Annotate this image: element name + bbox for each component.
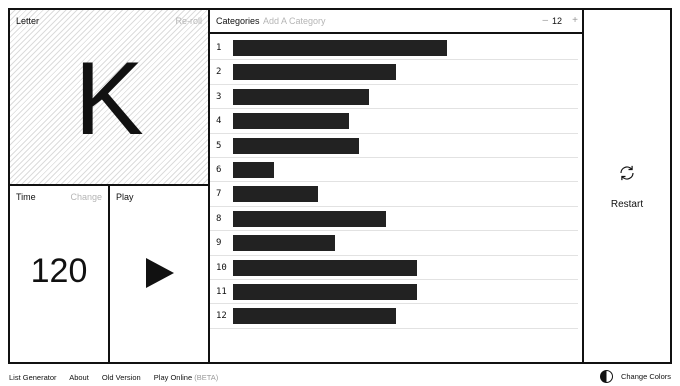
old-version-link[interactable]: Old Version [102,373,141,382]
category-redacted-bar [233,210,386,227]
category-number: 10 [216,262,227,273]
category-number: 7 [216,189,222,200]
category-number: 5 [216,140,222,151]
category-number: 3 [216,91,222,102]
category-redacted-bar [233,40,447,56]
change-colors-button[interactable]: Change Colors [599,370,671,383]
category-row[interactable]: 4 [210,109,578,134]
play-icon[interactable] [146,258,174,288]
game-board: Letter Re-roll K Time Change 120 Play Ca… [8,8,672,364]
beta-badge: (BETA) [194,373,219,382]
reroll-button[interactable]: Re-roll [175,16,202,26]
category-row[interactable]: 7 [210,182,578,207]
category-row[interactable]: 3 [210,85,578,110]
half-circle-contrast-icon [599,370,613,383]
refresh-icon[interactable] [618,164,636,182]
categories-label: Categories [216,16,260,26]
category-row[interactable]: 6 [210,158,578,183]
restart-panel[interactable]: Restart [584,10,670,364]
timer-value: 120 [30,252,88,290]
category-number: 2 [216,67,222,78]
increase-count-button[interactable]: + [572,15,578,26]
category-redacted-bar [233,186,318,203]
change-time-button[interactable]: Change [70,192,102,202]
decrease-count-button[interactable]: – [542,15,548,26]
category-row[interactable]: 10 [210,256,578,280]
play-panel[interactable]: Play [110,186,210,364]
add-category-input[interactable]: Add A Category [263,16,326,26]
categories-header: Categories Add A Category – 12 + [210,10,582,34]
category-row[interactable]: 12 [210,304,578,329]
category-redacted-bar [233,235,335,252]
category-redacted-bar [233,88,369,105]
category-number: 12 [216,311,227,322]
category-redacted-bar [233,308,396,325]
category-redacted-bar [233,284,417,300]
time-panel: Time Change 120 [10,186,110,364]
footer-nav: List Generator About Old Version Play On… [9,373,229,382]
category-redacted-bar [233,259,417,276]
letter-panel: Letter Re-roll K [10,10,210,186]
play-online-label: Play Online [153,373,193,382]
time-label: Time [16,192,36,202]
category-row[interactable]: 1 [210,36,578,61]
category-number: 1 [216,43,222,53]
category-row[interactable]: 5 [210,134,578,158]
restart-button[interactable]: Restart [584,199,670,210]
categories-panel: Categories Add A Category – 12 + 1234567… [210,10,584,364]
change-colors-label: Change Colors [620,372,671,381]
category-number: 9 [216,238,222,249]
category-redacted-bar [233,162,274,178]
about-link[interactable]: About [69,373,89,382]
letter-label: Letter [16,16,40,26]
category-redacted-bar [233,137,359,154]
play-label: Play [116,192,134,202]
list-generator-link[interactable]: List Generator [9,373,57,382]
category-number: 8 [216,213,222,224]
category-row[interactable]: 8 [210,207,578,232]
category-redacted-bar [233,64,396,81]
category-number: 6 [216,165,222,175]
category-number: 11 [216,287,227,297]
category-row[interactable]: 2 [210,60,578,85]
category-row[interactable]: 11 [210,280,578,305]
category-count: 12 [551,16,562,26]
category-number: 4 [216,116,222,127]
category-row[interactable]: 9 [210,231,578,256]
play-online-link[interactable]: Play Online (BETA) [154,373,218,382]
category-redacted-bar [233,113,349,130]
current-letter: K [74,41,144,157]
